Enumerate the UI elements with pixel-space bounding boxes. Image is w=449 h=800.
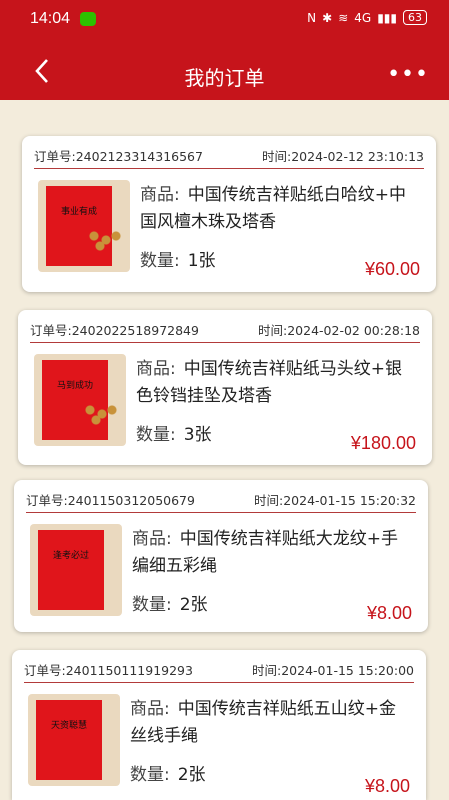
battery-level: 63 <box>403 10 427 25</box>
more-dots-icon: ••• <box>387 62 429 87</box>
signal-icon: ▮▮▮ <box>377 10 397 25</box>
order-time: 时间:2024-02-12 23:10:13 <box>262 149 424 164</box>
order-number: 订单号:2402022518972849 <box>30 323 199 338</box>
order-time: 时间:2024-02-02 00:28:18 <box>258 323 420 338</box>
bead-image <box>88 230 122 252</box>
order-card[interactable]: 订单号:2401150111919293 时间:2024-01-15 15:20… <box>12 650 426 800</box>
status-time: 14:04 <box>30 10 71 27</box>
order-number: 订单号:2401150111919293 <box>24 663 193 678</box>
sticker-image: 马到成功 <box>42 360 108 440</box>
network-label: 4G <box>354 10 372 25</box>
quantity: 数量: 3张 <box>136 425 212 445</box>
product-thumbnail[interactable]: 天资聪慧 <box>28 694 120 786</box>
bell-image <box>84 404 118 426</box>
status-bar: 14:04 N ✱ ≋ 4G ▮▮▮ 63 <box>0 8 449 34</box>
order-time: 时间:2024-01-15 15:20:32 <box>254 493 416 508</box>
divider <box>30 342 420 343</box>
product-thumbnail[interactable]: 逢考必过 <box>30 524 122 616</box>
nfc-icon: N <box>307 10 317 25</box>
order-time: 时间:2024-01-15 15:20:00 <box>252 663 414 678</box>
sticker-image: 逢考必过 <box>38 530 104 610</box>
divider <box>34 168 424 169</box>
goods-name: 商品: 中国传统吉祥贴纸大龙纹+手编细五彩绳 <box>132 529 398 576</box>
order-price: ¥8.00 <box>366 603 412 623</box>
wechat-icon <box>80 12 96 26</box>
status-icons: N ✱ ≋ 4G ▮▮▮ 63 <box>307 10 427 25</box>
quantity: 数量: 1张 <box>140 251 216 271</box>
goods-name: 商品: 中国传统吉祥贴纸马头纹+银色铃铛挂坠及塔香 <box>136 359 402 406</box>
goods-name: 商品: 中国传统吉祥贴纸五山纹+金丝线手绳 <box>130 699 396 746</box>
sticker-image: 事业有成 <box>46 186 112 266</box>
divider <box>24 682 414 683</box>
sticker-text: 天资聪慧 <box>50 721 87 731</box>
order-card[interactable]: 订单号:2401150312050679 时间:2024-01-15 15:20… <box>14 480 428 632</box>
order-price: ¥8.00 <box>364 776 410 796</box>
app-header: 14:04 N ✱ ≋ 4G ▮▮▮ 63 我的订单 ••• <box>0 0 449 100</box>
order-card[interactable]: 订单号:2402022518972849 时间:2024-02-02 00:28… <box>18 310 432 465</box>
quantity: 数量: 2张 <box>132 595 208 615</box>
order-price: ¥180.00 <box>350 433 416 453</box>
bluetooth-icon: ✱ <box>322 10 333 25</box>
page-title: 我的订单 <box>184 66 265 90</box>
quantity: 数量: 2张 <box>130 765 206 785</box>
sticker-text: 事业有成 <box>60 207 97 217</box>
divider <box>26 512 416 513</box>
product-thumbnail[interactable]: 事业有成 <box>38 180 130 272</box>
sticker-text: 马到成功 <box>56 381 93 391</box>
product-thumbnail[interactable]: 马到成功 <box>34 354 126 446</box>
order-number: 订单号:2402123314316567 <box>34 149 203 164</box>
more-button[interactable]: ••• <box>387 62 429 87</box>
order-card[interactable]: 订单号:2402123314316567 时间:2024-02-12 23:10… <box>22 136 436 292</box>
goods-name: 商品: 中国传统吉祥贴纸白哈纹+中国风檀木珠及塔香 <box>140 185 406 232</box>
sticker-image: 天资聪慧 <box>36 700 102 780</box>
wifi-icon: ≋ <box>338 10 349 25</box>
order-number: 订单号:2401150312050679 <box>26 493 195 508</box>
sticker-text: 逢考必过 <box>52 551 89 561</box>
order-price: ¥60.00 <box>364 259 420 279</box>
